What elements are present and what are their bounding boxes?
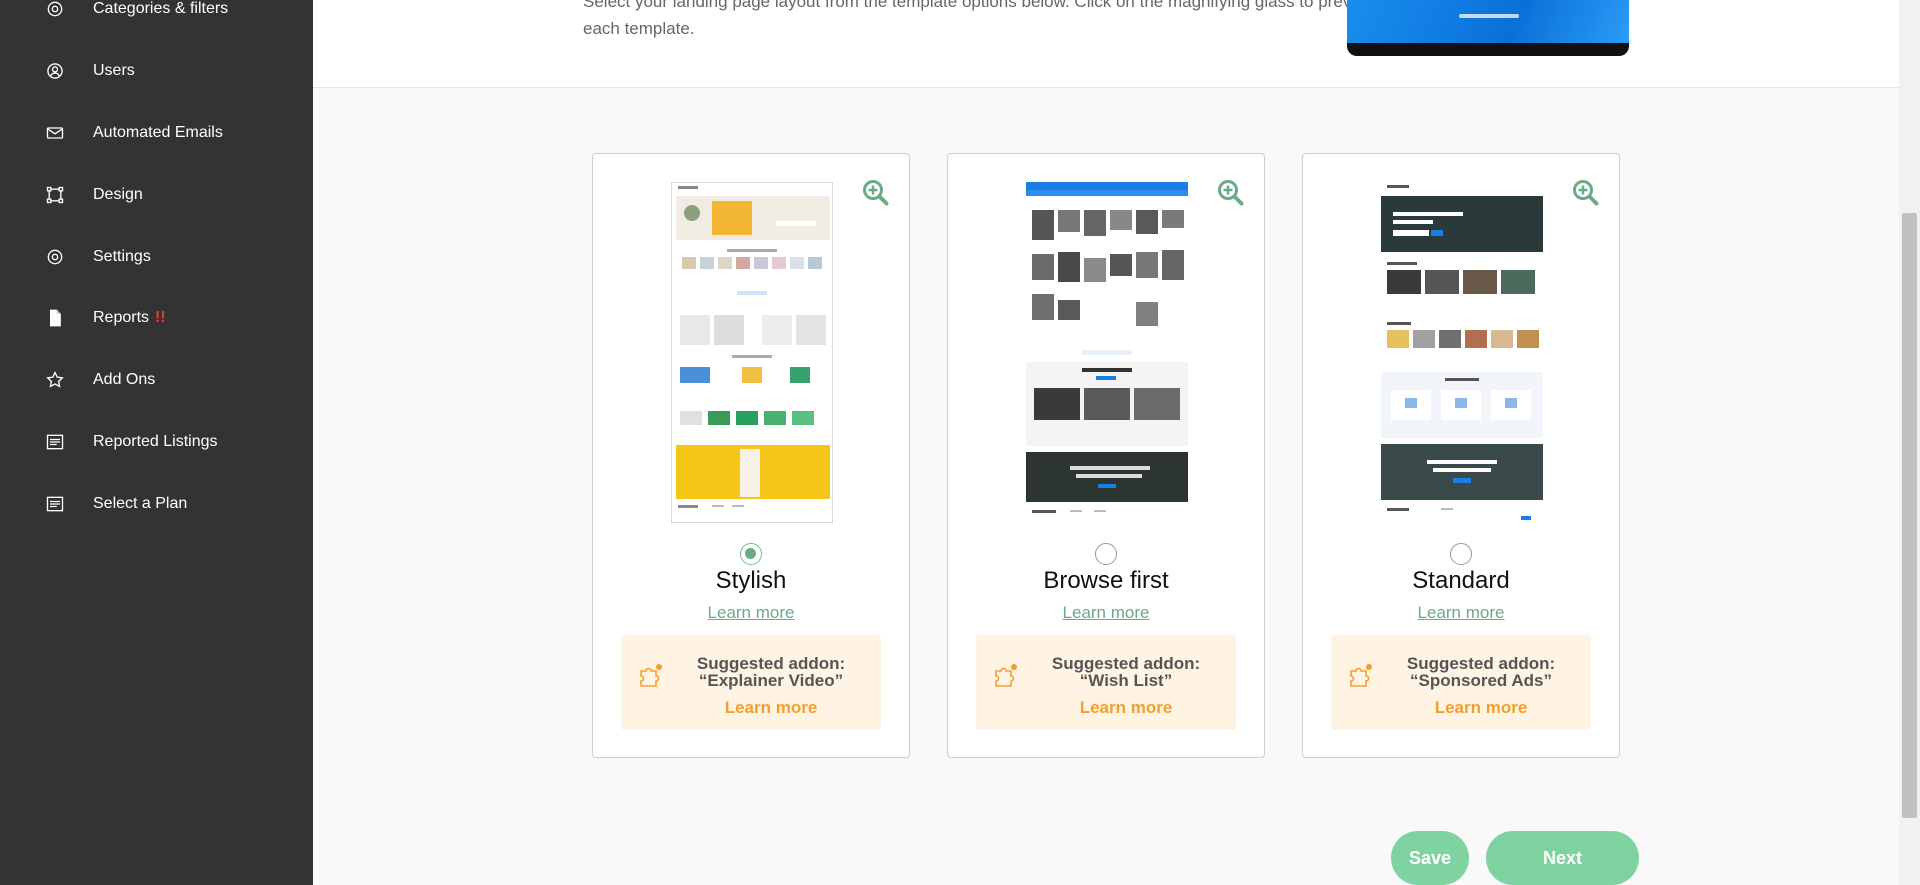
template-title: Browse first bbox=[1043, 567, 1169, 594]
suggested-addon-box: Suggested addon: “Sponsored Ads” Learn m… bbox=[1331, 635, 1591, 730]
addon-learn-more-link[interactable]: Learn more bbox=[1371, 698, 1591, 718]
addon-name: “Explainer Video” bbox=[698, 671, 844, 690]
zoom-in-icon[interactable] bbox=[1571, 178, 1601, 208]
sidebar-item-label: Design bbox=[93, 186, 143, 203]
document-icon bbox=[44, 307, 66, 329]
sidebar-item-label: Reported Listings bbox=[93, 433, 218, 450]
next-button[interactable]: Next bbox=[1486, 831, 1639, 885]
star-icon bbox=[44, 369, 66, 391]
list-icon bbox=[44, 493, 66, 515]
addon-title: Suggested addon: bbox=[696, 654, 846, 673]
zoom-in-icon[interactable] bbox=[861, 178, 891, 208]
learn-more-link[interactable]: Learn more bbox=[948, 603, 1264, 623]
vertical-scrollbar[interactable] bbox=[1899, 0, 1920, 885]
template-radio-browse-first[interactable] bbox=[1095, 543, 1117, 565]
addon-learn-more-link[interactable]: Learn more bbox=[661, 698, 881, 718]
addon-name: “Wish List” bbox=[1079, 671, 1173, 690]
sidebar-item-reported-listings[interactable]: Reported Listings bbox=[0, 422, 313, 462]
list-icon bbox=[44, 431, 66, 453]
intro-text: Select your landing page layout from the… bbox=[583, 0, 1377, 38]
main-content: Select your landing page layout from the… bbox=[313, 0, 1900, 885]
addon-name: “Sponsored Ads” bbox=[1410, 671, 1552, 690]
gear-icon bbox=[44, 0, 66, 20]
sidebar-item-label: Automated Emails bbox=[93, 124, 223, 141]
template-card-browse-first[interactable]: Browse first Learn more Suggested addon:… bbox=[947, 153, 1265, 758]
template-card-standard[interactable]: Standard Learn more Suggested addon: “Sp… bbox=[1302, 153, 1620, 758]
sidebar-item-automated-emails[interactable]: Automated Emails bbox=[0, 113, 313, 153]
suggested-addon-box: Suggested addon: “Wish List” Learn more bbox=[976, 635, 1236, 730]
template-thumbnail[interactable] bbox=[1026, 182, 1188, 523]
template-title: Standard bbox=[1412, 567, 1510, 594]
template-radio-standard[interactable] bbox=[1450, 543, 1472, 565]
template-card-stylish[interactable]: Stylish Learn more Suggested addon: “Exp… bbox=[592, 153, 910, 758]
sidebar-item-categories-filters[interactable]: Categories & filters bbox=[0, 0, 313, 29]
sidebar-item-design[interactable]: Design bbox=[0, 175, 313, 215]
addon-title: Suggested addon: bbox=[1406, 654, 1556, 673]
sidebar-item-reports[interactable]: Reports!! bbox=[0, 298, 313, 338]
intro-header: Select your landing page layout from the… bbox=[313, 0, 1900, 88]
addon-title: Suggested addon: bbox=[1051, 654, 1201, 673]
sidebar-item-label: Select a Plan bbox=[93, 495, 188, 512]
sidebar-item-add-ons[interactable]: Add Ons bbox=[0, 360, 313, 400]
save-button[interactable]: Save bbox=[1391, 831, 1469, 885]
sidebar: Categories & filters Users Automated Ema… bbox=[0, 0, 313, 885]
learn-more-link[interactable]: Learn more bbox=[593, 603, 909, 623]
scrollbar-thumb[interactable] bbox=[1902, 213, 1917, 818]
user-circle-icon bbox=[44, 60, 66, 82]
template-thumbnail[interactable] bbox=[1381, 182, 1543, 523]
envelope-icon bbox=[44, 122, 66, 144]
sidebar-item-settings[interactable]: Settings bbox=[0, 237, 313, 277]
zoom-in-icon[interactable] bbox=[1216, 178, 1246, 208]
template-preview-image bbox=[1347, 0, 1629, 56]
alert-badge: !! bbox=[155, 309, 166, 326]
sidebar-item-label: Categories & filters bbox=[93, 0, 229, 17]
sidebar-item-select-a-plan[interactable]: Select a Plan bbox=[0, 484, 313, 524]
gear-icon bbox=[44, 246, 66, 268]
suggested-addon-box: Suggested addon: “Explainer Video” Learn… bbox=[621, 635, 881, 730]
addon-learn-more-link[interactable]: Learn more bbox=[1016, 698, 1236, 718]
learn-more-link[interactable]: Learn more bbox=[1303, 603, 1619, 623]
design-square-icon bbox=[44, 184, 66, 206]
template-title: Stylish bbox=[715, 567, 787, 594]
sidebar-item-label: Reports bbox=[93, 309, 150, 326]
template-radio-stylish[interactable] bbox=[740, 543, 762, 565]
sidebar-item-users[interactable]: Users bbox=[0, 51, 313, 91]
sidebar-item-label: Settings bbox=[93, 248, 151, 265]
sidebar-item-label: Add Ons bbox=[93, 371, 156, 388]
sidebar-item-label: Users bbox=[93, 62, 135, 79]
template-thumbnail[interactable] bbox=[671, 182, 833, 523]
